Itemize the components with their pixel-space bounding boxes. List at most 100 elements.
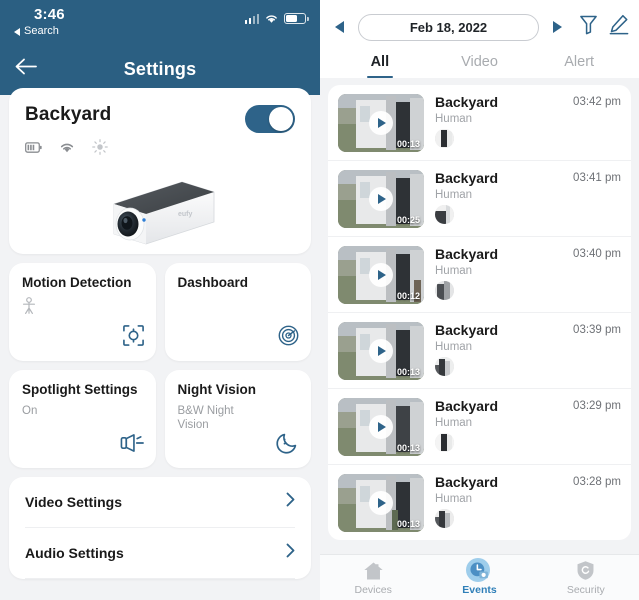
moon-night-vision-icon [276,430,300,459]
tile-motion-detection[interactable]: Motion Detection [9,263,156,361]
prev-day-button[interactable] [330,18,350,36]
tile-title: Dashboard [177,275,249,290]
event-detection-avatar [435,433,454,452]
bottom-tab-bar: Devices Events Security [320,554,639,600]
event-header: Backyard 03:41 pm [435,170,621,186]
table-row[interactable]: 00:13 Backyard 03:29 pm Human [328,389,631,465]
event-type: Human [435,265,473,277]
settings-tiles-row-2: Spotlight Settings On Night Vision B&W N… [9,370,311,468]
chevron-right-icon [286,543,295,563]
event-time: 03:42 pm [573,96,621,108]
edit-button[interactable] [609,14,629,40]
event-time: 03:28 pm [573,476,621,488]
home-icon [362,560,384,582]
event-type: Human [435,493,473,505]
event-type: Human [435,417,473,429]
back-arrow-icon [15,58,37,75]
event-time: 03:41 pm [573,172,621,184]
event-thumbnail[interactable]: 00:13 [338,398,424,456]
play-button[interactable] [369,187,393,211]
header-actions [579,14,629,40]
event-detection-avatar [435,357,454,376]
table-row[interactable]: 00:13 Backyard 03:28 pm Human [328,465,631,540]
event-info: Backyard 03:41 pm Human [424,170,621,228]
play-button[interactable] [369,491,393,515]
table-row[interactable]: 00:13 Backyard 03:42 pm Human [328,85,631,161]
event-duration: 00:25 [396,215,420,225]
events-tabs: All Video Alert [330,54,629,78]
event-type: Human [435,341,473,353]
date-label: Feb 18, 2022 [409,19,488,35]
tabbar-item-security[interactable]: Security [533,560,639,596]
play-button[interactable] [369,263,393,287]
events-header: Feb 18, 2022 All Video Alert [320,0,639,78]
brightness-icon [92,139,108,155]
tile-night-vision[interactable]: Night Vision B&W Night Vision [164,370,311,468]
table-row[interactable]: 00:12 Backyard 03:40 pm Human [328,237,631,313]
list-item-audio-settings[interactable]: Audio Settings [25,528,295,579]
event-header: Backyard 03:42 pm [435,94,621,110]
settings-tiles-row-1: Motion Detection Dashboard [9,263,311,361]
table-row[interactable]: 00:25 Backyard 03:41 pm Human [328,161,631,237]
app-root: 3:46 Search Settings Backyard eufy Motio… [0,0,639,600]
table-row[interactable]: 00:13 Backyard 03:39 pm Human [328,313,631,389]
event-title: Backyard [435,322,499,338]
svg-text:eufy: eufy [178,211,193,218]
date-picker[interactable]: Feb 18, 2022 [358,13,539,41]
event-title: Backyard [435,170,499,186]
event-time: 03:39 pm [573,324,621,336]
next-day-button[interactable] [547,18,567,36]
status-bar-left: 3:46 Search [14,6,65,38]
tabbar-label: Security [566,583,605,596]
tab-video[interactable]: Video [430,54,530,78]
settings-body: Backyard eufy Motion Detection Dashboard… [0,88,320,600]
event-thumbnail[interactable]: 00:13 [338,94,424,152]
tabbar-label: Events [462,583,497,596]
battery-level-icon [25,141,42,154]
event-info: Backyard 03:42 pm Human [424,94,621,152]
event-title: Backyard [435,398,499,414]
filter-button[interactable] [579,14,598,40]
tab-all[interactable]: All [330,54,430,78]
event-thumbnail[interactable]: 00:13 [338,474,424,532]
triangle-left-icon [335,21,344,33]
play-button[interactable] [369,339,393,363]
event-duration: 00:13 [396,519,420,529]
back-button[interactable] [14,58,38,81]
spotlight-icon [120,432,145,459]
event-title: Backyard [435,246,499,262]
device-card: Backyard eufy [9,88,311,254]
tab-label: Video [461,54,498,70]
event-time: 03:40 pm [573,248,621,260]
signal-bars-icon [244,13,259,24]
play-button[interactable] [369,111,393,135]
tile-dashboard[interactable]: Dashboard [164,263,311,361]
wifi-status-icon [59,141,75,154]
event-header: Backyard 03:40 pm [435,246,621,262]
device-power-toggle[interactable] [245,105,295,133]
tabbar-item-devices[interactable]: Devices [320,560,426,596]
event-thumbnail[interactable]: 00:13 [338,322,424,380]
events-clock-icon [466,557,491,582]
events-list-scroll[interactable]: 00:13 Backyard 03:42 pm Human 00:25 Back… [320,78,639,554]
tile-spotlight-settings[interactable]: Spotlight Settings On [9,370,156,468]
event-thumbnail[interactable]: 00:25 [338,170,424,228]
nav-bar: Settings [0,48,320,90]
chevron-right-icon [286,492,295,512]
event-info: Backyard 03:39 pm Human [424,322,621,380]
event-thumbnail[interactable]: 00:12 [338,246,424,304]
back-triangle-icon [14,27,20,36]
tab-label: Alert [564,54,595,70]
tab-alert[interactable]: Alert [529,54,629,78]
event-header: Backyard 03:29 pm [435,398,621,414]
status-back-label: Search [24,25,59,37]
event-info: Backyard 03:40 pm Human [424,246,621,304]
list-item-video-settings[interactable]: Video Settings [25,477,295,528]
settings-panel: 3:46 Search Settings Backyard eufy Motio… [0,0,320,600]
event-time: 03:29 pm [573,400,621,412]
event-type: Human [435,113,473,125]
tabbar-item-events[interactable]: Events [426,557,532,596]
status-back-to-app[interactable]: Search [14,25,59,38]
solar-security-camera-image: eufy [113,181,215,245]
play-button[interactable] [369,415,393,439]
